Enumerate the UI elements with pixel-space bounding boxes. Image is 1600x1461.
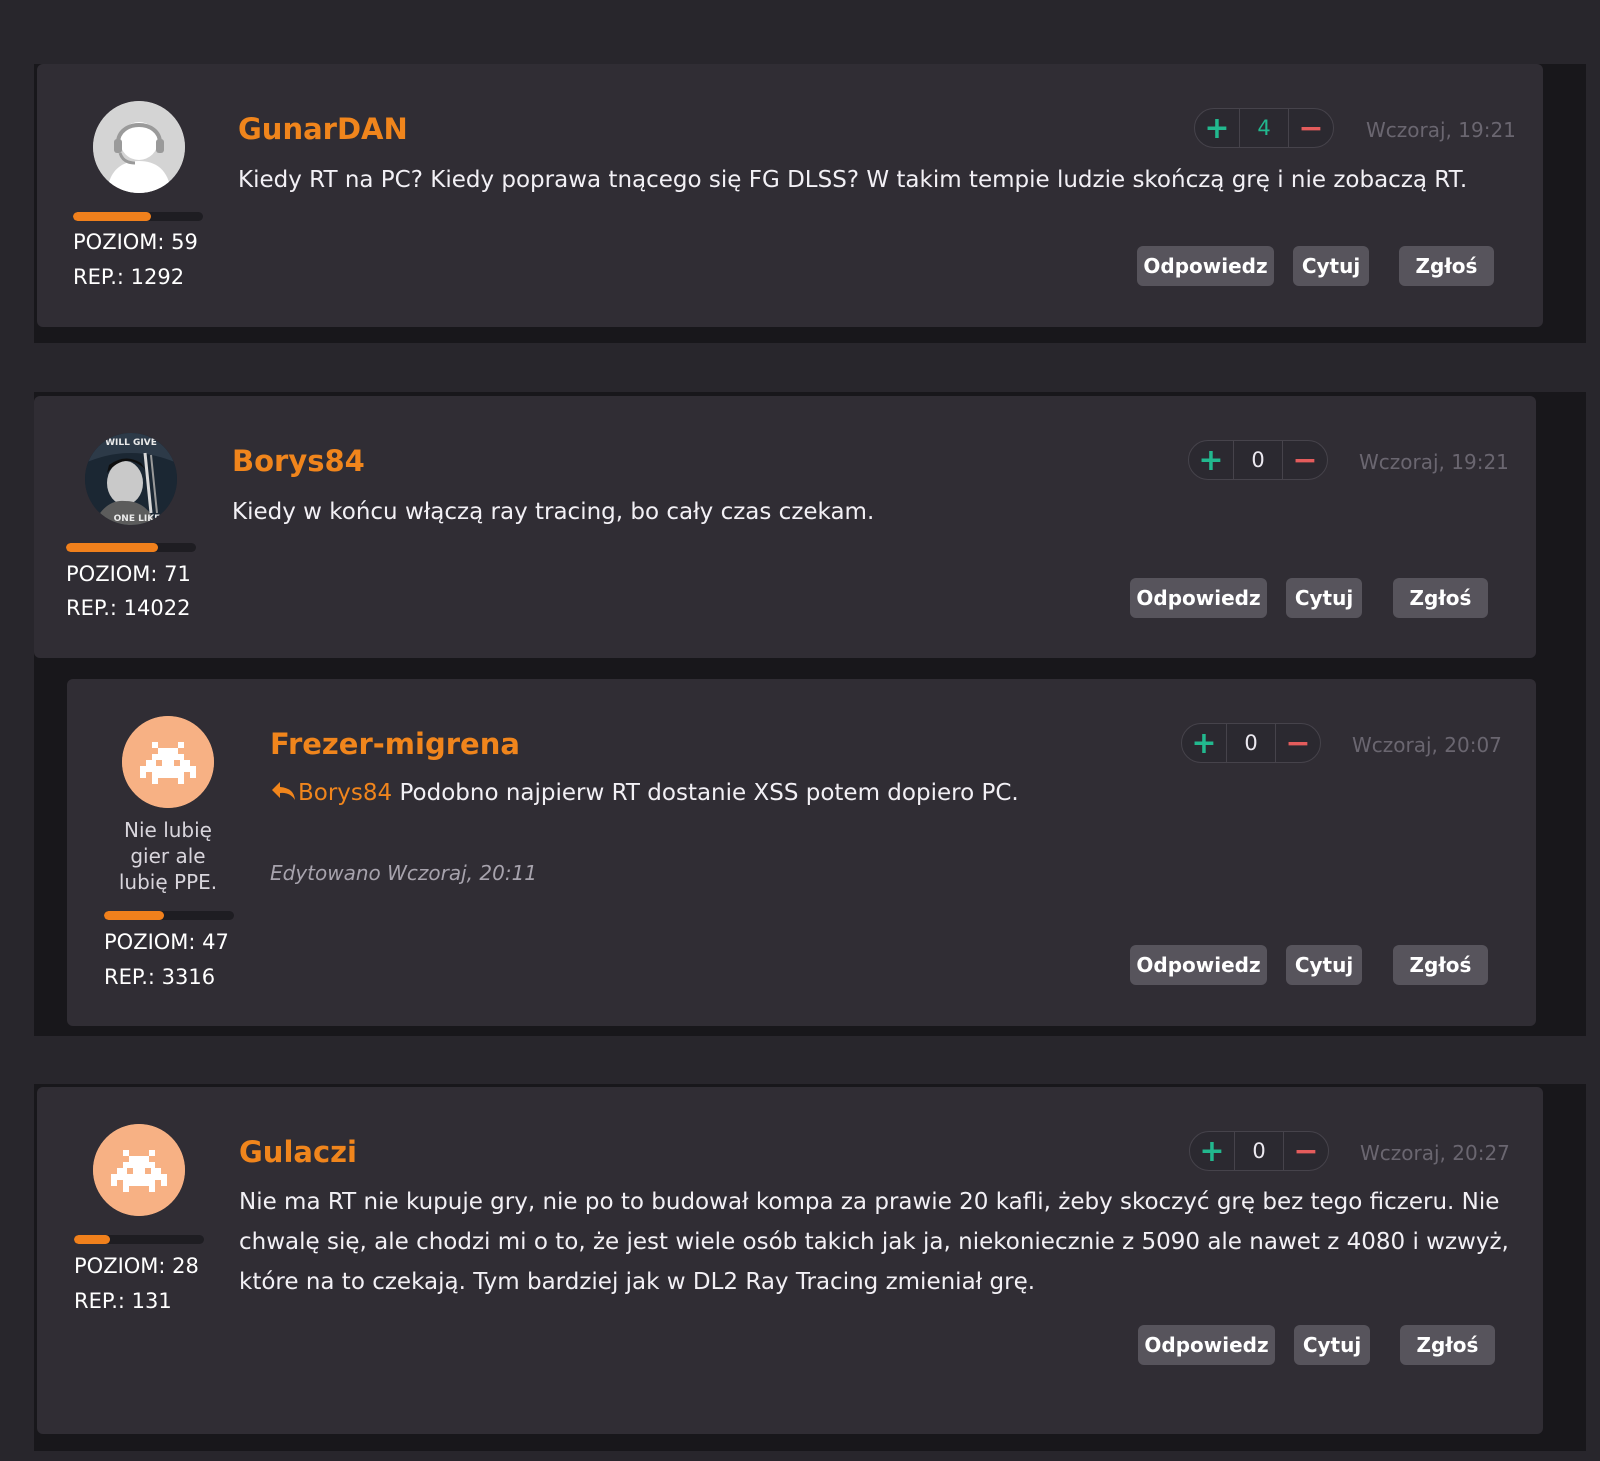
user-level: POZIOM: 28 <box>74 1254 199 1278</box>
vote-widget: + 0 − <box>1181 723 1321 763</box>
downvote-icon[interactable]: − <box>1289 109 1333 147</box>
vote-widget: + 0 − <box>1188 440 1328 480</box>
upvote-icon[interactable]: + <box>1195 109 1239 147</box>
reply-to-link[interactable]: Borys84 <box>298 780 392 806</box>
vote-count: 0 <box>1233 441 1283 479</box>
level-bar-fill <box>73 212 151 221</box>
level-bar <box>73 212 203 221</box>
downvote-icon[interactable]: − <box>1283 441 1327 479</box>
author-name[interactable]: Frezer-migrena <box>270 727 520 761</box>
quote-button[interactable]: Cytuj <box>1294 1325 1370 1365</box>
vote-count: 4 <box>1239 109 1289 147</box>
space-invader-avatar-icon <box>93 1124 185 1216</box>
upvote-icon[interactable]: + <box>1182 724 1226 762</box>
edited-note: Edytowano Wczoraj, 20:11 <box>270 861 538 885</box>
reply-button[interactable]: Odpowiedz <box>1130 578 1267 618</box>
photo-avatar-icon: WILL GIVE ONE LIKE <box>85 433 177 525</box>
user-level: POZIOM: 47 <box>104 930 229 954</box>
post-date: Wczoraj, 19:21 <box>1366 118 1516 142</box>
level-bar-fill <box>104 911 164 920</box>
comment-text: Kiedy RT na PC? Kiedy poprawa tnącego si… <box>238 167 1468 193</box>
user-level: POZIOM: 59 <box>73 230 198 254</box>
vote-count: 0 <box>1234 1132 1284 1170</box>
upvote-icon[interactable]: + <box>1189 441 1233 479</box>
post-date: Wczoraj, 20:07 <box>1352 733 1502 757</box>
level-bar <box>74 1235 204 1244</box>
downvote-icon[interactable]: − <box>1276 724 1320 762</box>
vote-widget: + 4 − <box>1194 108 1334 148</box>
reply-text: Podobno najpierw RT dostanie XSS potem d… <box>399 780 1019 806</box>
post-date: Wczoraj, 20:27 <box>1360 1141 1510 1165</box>
svg-text:ONE LIKE: ONE LIKE <box>114 514 161 524</box>
comment-thread: POZIOM: 28 REP.: 131 Gulaczi + 0 − Wczor… <box>34 1084 1586 1451</box>
report-button[interactable]: Zgłoś <box>1393 578 1488 618</box>
avatar[interactable] <box>93 1124 185 1216</box>
avatar[interactable] <box>93 101 185 193</box>
reply-button[interactable]: Odpowiedz <box>1138 1325 1275 1365</box>
reply-card: Nie lubię gier ale lubię PPE. POZIOM: 47… <box>67 679 1536 1026</box>
comment-card: POZIOM: 59 REP.: 1292 GunarDAN + 4 − Wcz… <box>37 64 1543 327</box>
comment-text: Kiedy w końcu włączą ray tracing, bo cał… <box>232 499 875 525</box>
avatar[interactable] <box>122 716 214 808</box>
svg-text:WILL GIVE: WILL GIVE <box>105 438 157 448</box>
quote-button[interactable]: Cytuj <box>1286 578 1362 618</box>
level-bar-fill <box>66 543 159 552</box>
user-reputation: REP.: 131 <box>74 1289 172 1313</box>
upvote-icon[interactable]: + <box>1190 1132 1234 1170</box>
comment-card: WILL GIVE ONE LIKE POZIOM: 71 REP.: 1402… <box>34 396 1536 658</box>
user-reputation: REP.: 14022 <box>66 596 191 620</box>
user-signature: Nie lubię gier ale lubię PPE. <box>118 818 218 894</box>
report-button[interactable]: Zgłoś <box>1400 1325 1495 1365</box>
quote-button[interactable]: Cytuj <box>1286 945 1362 985</box>
level-bar-fill <box>74 1235 111 1244</box>
comment-card: POZIOM: 28 REP.: 131 Gulaczi + 0 − Wczor… <box>37 1087 1543 1434</box>
vote-widget: + 0 − <box>1189 1131 1329 1171</box>
user-level: POZIOM: 71 <box>66 562 191 586</box>
user-reputation: REP.: 1292 <box>73 265 185 289</box>
report-button[interactable]: Zgłoś <box>1393 945 1488 985</box>
author-name[interactable]: GunarDAN <box>238 112 408 146</box>
comment-thread: POZIOM: 59 REP.: 1292 GunarDAN + 4 − Wcz… <box>34 64 1586 343</box>
comment-text: Nie ma RT nie kupuje gry, nie po to budo… <box>239 1189 1509 1295</box>
post-date: Wczoraj, 19:21 <box>1359 450 1509 474</box>
space-invader-avatar-icon <box>122 716 214 808</box>
author-name[interactable]: Borys84 <box>232 444 365 478</box>
reply-button[interactable]: Odpowiedz <box>1137 246 1274 286</box>
comment-thread: WILL GIVE ONE LIKE POZIOM: 71 REP.: 1402… <box>34 392 1586 1036</box>
level-bar <box>66 543 196 552</box>
comment-text: Borys84 Podobno najpierw RT dostanie XSS… <box>270 773 1470 816</box>
level-bar <box>104 911 234 920</box>
avatar[interactable]: WILL GIVE ONE LIKE <box>85 433 177 525</box>
user-reputation: REP.: 3316 <box>104 965 216 989</box>
reply-button[interactable]: Odpowiedz <box>1130 945 1267 985</box>
vote-count: 0 <box>1226 724 1276 762</box>
headset-avatar-icon <box>93 101 185 193</box>
downvote-icon[interactable]: − <box>1284 1132 1328 1170</box>
reply-arrow-icon <box>270 776 298 816</box>
author-name[interactable]: Gulaczi <box>239 1135 357 1169</box>
quote-button[interactable]: Cytuj <box>1293 246 1369 286</box>
report-button[interactable]: Zgłoś <box>1399 246 1494 286</box>
